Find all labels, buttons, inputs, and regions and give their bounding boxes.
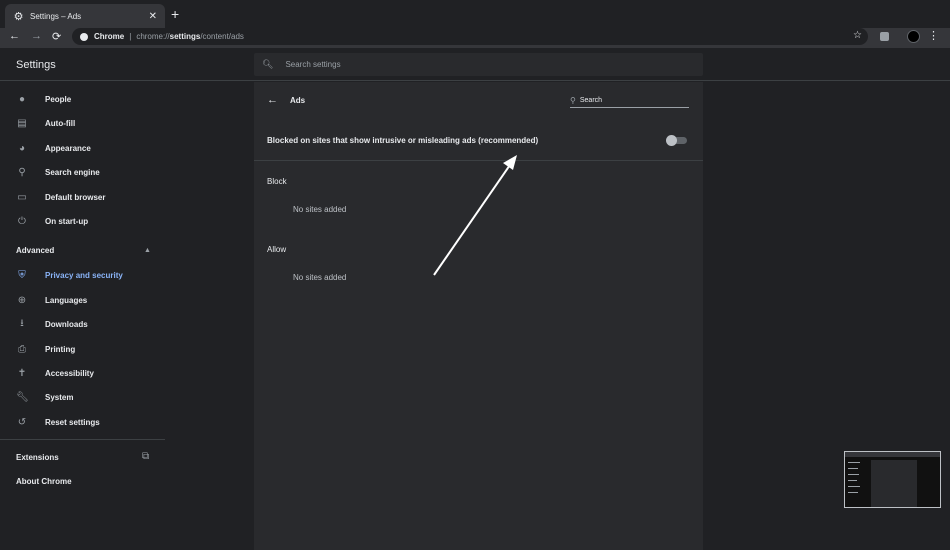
allow-empty-text: No sites added	[293, 273, 347, 282]
thumbnail-line	[848, 492, 858, 493]
profile-avatar[interactable]	[907, 30, 920, 43]
history-icon: ↺	[17, 416, 27, 428]
search-icon: 🔍︎	[262, 59, 274, 69]
ads-page-title: Ads	[290, 96, 306, 105]
accessibility-icon: ✝	[17, 367, 27, 379]
shield-icon: ⛨	[18, 269, 26, 281]
block-empty-text: No sites added	[293, 205, 347, 214]
back-arrow-icon[interactable]: ←	[267, 94, 278, 106]
url-path: /content/ads	[200, 32, 244, 41]
thumbnail-toolbar	[845, 452, 940, 457]
sidebar-item-search-engine[interactable]: ⚲ Search engine	[0, 161, 165, 183]
thumbnail-line	[848, 474, 859, 475]
sidebar-item-printing[interactable]: ⎙ Printing	[0, 338, 165, 360]
thumbnail-line	[848, 486, 860, 487]
sidebar-item-label: Appearance	[45, 143, 91, 153]
search-icon: ⚲	[570, 96, 576, 105]
extension-icon[interactable]	[880, 32, 889, 41]
sidebar-item-accessibility[interactable]: ✝ Accessibility	[0, 362, 165, 384]
thumbnail-line	[848, 468, 858, 469]
sidebar-item-appearance[interactable]: ◕ Appearance	[0, 137, 165, 159]
close-icon[interactable]: ✕	[149, 11, 157, 22]
browser-icon: ▭	[17, 191, 27, 203]
url-prefix: chrome://	[136, 32, 170, 41]
address-bar[interactable]: Chrome | chrome://settings/content/ads ☆	[72, 28, 868, 45]
sidebar-item-label: Downloads	[45, 319, 88, 329]
tab-settings-ads[interactable]: ⚙ Settings – Ads ✕	[5, 4, 165, 28]
sidebar-item-label: Auto-fill	[45, 118, 76, 128]
ads-settings-card: ← Ads ⚲ Search Blocked on sites that sho…	[254, 82, 703, 550]
sidebar-item-extensions[interactable]: Extensions	[16, 453, 59, 462]
search-placeholder: Search settings	[285, 60, 341, 69]
sidebar-item-autofill[interactable]: ▤ Auto-fill	[0, 112, 165, 134]
menu-kebab-icon[interactable]: ⋮	[928, 29, 939, 42]
sidebar-item-on-startup[interactable]: ⏻ On start-up	[0, 210, 165, 232]
sidebar: ● People ▤ Auto-fill ◕ Appearance ⚲ Sear…	[0, 82, 165, 550]
thumbnail-content	[871, 460, 917, 507]
gear-icon: ⚙	[13, 10, 24, 23]
toggle-knob	[666, 135, 677, 146]
url-host: settings	[169, 32, 201, 41]
divider	[254, 160, 703, 161]
settings-header: Settings 🔍︎ Search settings	[0, 48, 950, 81]
block-section-title: Block	[267, 177, 287, 186]
thumbnail-line	[848, 480, 857, 481]
bookmark-star-icon[interactable]: ☆	[853, 30, 862, 41]
sidebar-item-label: Reset settings	[45, 417, 100, 427]
open-in-new-icon[interactable]: ⧉	[142, 451, 149, 462]
sidebar-item-languages[interactable]: ⊕ Languages	[0, 289, 165, 311]
sidebar-item-label: Search engine	[45, 167, 100, 177]
new-tab-icon[interactable]: +	[171, 6, 179, 22]
sidebar-item-label: People	[45, 94, 72, 104]
tab-strip: ⚙ Settings – Ads ✕ +	[0, 0, 950, 28]
forward-icon[interactable]: →	[31, 30, 42, 42]
sidebar-item-label: Accessibility	[45, 368, 94, 378]
settings-search-input[interactable]: 🔍︎ Search settings	[254, 53, 703, 76]
blocked-ads-toggle[interactable]	[666, 135, 687, 146]
advanced-section-toggle[interactable]: Advanced	[16, 246, 54, 255]
chrome-icon	[80, 32, 88, 41]
sidebar-item-default-browser[interactable]: ▭ Default browser	[0, 186, 165, 208]
sidebar-item-label: Default browser	[45, 192, 106, 202]
sidebar-item-label: Privacy and security	[45, 270, 123, 280]
sidebar-item-label: On start-up	[45, 216, 89, 226]
search-placeholder: Search	[579, 97, 603, 104]
download-icon: ⭳	[20, 317, 24, 329]
power-icon: ⏻	[18, 215, 26, 227]
page-title: Settings	[16, 59, 56, 71]
globe-icon: ⊕	[17, 294, 27, 306]
sidebar-item-label: Printing	[45, 344, 76, 354]
tab-title: Settings – Ads	[30, 11, 82, 21]
printer-icon: ⎙	[18, 343, 26, 355]
person-icon: ●	[18, 93, 26, 105]
sidebar-item-about-chrome[interactable]: About Chrome	[16, 477, 72, 486]
wrench-icon: 🔧︎	[16, 391, 29, 403]
reload-icon[interactable]: ⟳	[52, 30, 61, 43]
sidebar-item-label: Languages	[45, 295, 88, 305]
sidebar-item-label: System	[45, 392, 74, 402]
search-icon: ⚲	[18, 166, 26, 178]
separator: |	[129, 32, 132, 41]
ads-search-input[interactable]: ⚲ Search	[570, 94, 689, 108]
palette-icon: ◕	[18, 142, 26, 154]
sidebar-item-system[interactable]: 🔧︎ System	[0, 386, 165, 408]
chevron-up-icon[interactable]: ▲	[144, 247, 151, 254]
sidebar-item-downloads[interactable]: ⭳ Downloads	[0, 313, 165, 335]
clipboard-icon: ▤	[17, 117, 27, 129]
divider	[0, 439, 165, 440]
sidebar-item-reset-settings[interactable]: ↺ Reset settings	[0, 411, 165, 433]
sidebar-item-privacy-security[interactable]: ⛨ Privacy and security	[0, 264, 165, 286]
sidebar-item-people[interactable]: ● People	[0, 88, 165, 110]
allow-section-title: Allow	[267, 245, 287, 254]
chrome-label: Chrome	[94, 32, 125, 41]
blocked-ads-label: Blocked on sites that show intrusive or …	[267, 136, 539, 145]
back-icon[interactable]: ←	[9, 30, 20, 42]
window-thumbnail[interactable]	[844, 451, 941, 508]
thumbnail-line	[848, 462, 860, 463]
